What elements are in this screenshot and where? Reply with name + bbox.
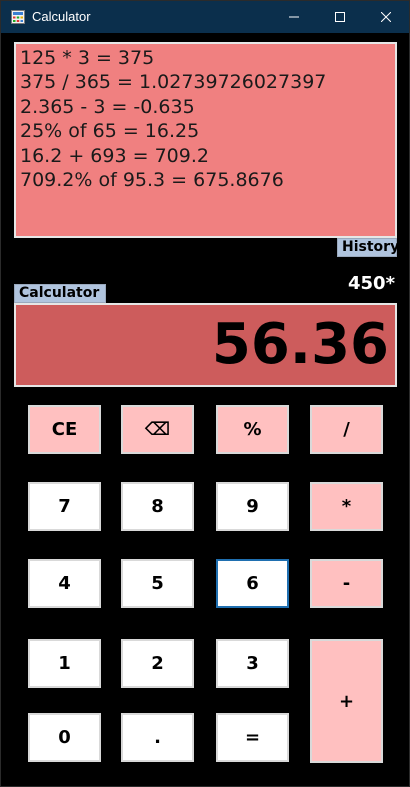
equals-button[interactable]: = [216,713,289,762]
minimize-button[interactable] [271,1,317,33]
result-display: 56.36 [14,303,397,387]
history-label: History [337,238,399,257]
backspace-button[interactable]: ⌫ [121,405,194,454]
digit-3-button[interactable]: 3 [216,639,289,688]
digit-5-button[interactable]: 5 [121,559,194,608]
subtract-button[interactable]: - [310,559,383,608]
maximize-icon [335,12,345,22]
digit-9-button[interactable]: 9 [216,482,289,531]
clear-entry-button[interactable]: CE [28,405,101,454]
calculator-label: Calculator [14,284,106,303]
digit-6-button[interactable]: 6 [216,559,289,608]
history-entry: 2.365 - 3 = -0.635 [20,95,195,118]
add-button[interactable]: + [310,639,383,763]
minimize-icon [289,16,299,18]
title-bar[interactable]: Calculator [1,1,409,33]
divide-button[interactable]: / [310,405,383,454]
history-entry: 25% of 65 = 16.25 [20,120,200,143]
calculator-app-icon [11,10,25,24]
history-entry: 125 * 3 = 375 [20,47,155,69]
close-icon [381,12,391,22]
digit-2-button[interactable]: 2 [121,639,194,688]
history-entry: 375 / 365 = 1.02739726027397 [20,71,327,94]
percent-button[interactable]: % [216,405,289,454]
close-button[interactable] [363,1,409,33]
digit-7-button[interactable]: 7 [28,482,101,531]
history-entry: 709.2% of 95.3 = 675.8676 [20,169,284,192]
window-title: Calculator [32,9,91,24]
multiply-button[interactable]: * [310,482,383,531]
digit-1-button[interactable]: 1 [28,639,101,688]
digit-0-button[interactable]: 0 [28,713,101,762]
digit-8-button[interactable]: 8 [121,482,194,531]
digit-4-button[interactable]: 4 [28,559,101,608]
pending-operation: 450* [348,273,395,294]
maximize-button[interactable] [317,1,363,33]
history-entry: 16.2 + 693 = 709.2 [20,144,209,167]
history-log[interactable]: 125 * 3 = 375 375 / 365 = 1.027397260273… [14,42,397,238]
calculator-window: Calculator 125 * 3 = 375 375 / 365 = 1.0… [0,0,410,787]
decimal-point-button[interactable]: . [121,713,194,762]
